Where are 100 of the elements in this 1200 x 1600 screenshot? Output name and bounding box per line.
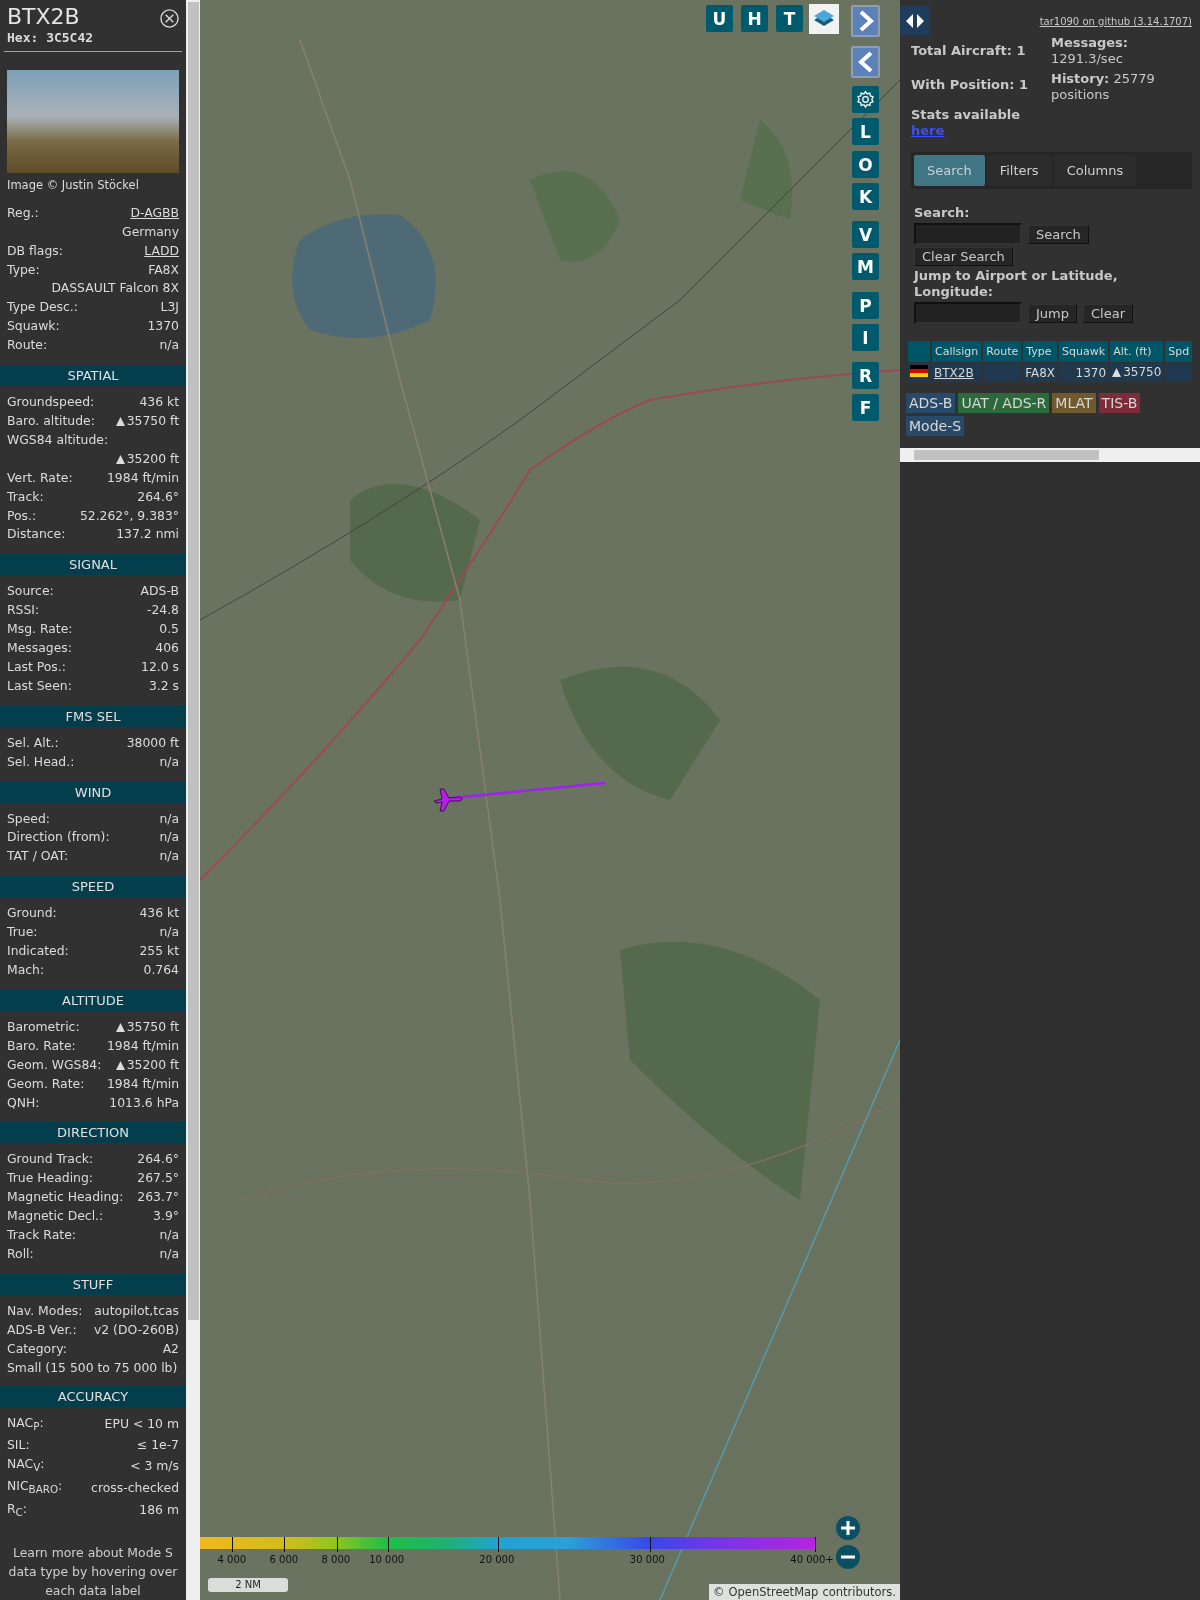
map-toggle-button[interactable]: L [852, 118, 879, 145]
section-heading: ACCURACY [0, 1385, 186, 1407]
scrollbar[interactable] [186, 0, 200, 1600]
next-button[interactable] [851, 5, 880, 37]
field-label: Indicated: [7, 942, 69, 961]
section-heading: ALTITUDE [0, 989, 186, 1011]
field-value: 0.764 [143, 961, 179, 979]
field-label: Pos.: [7, 506, 37, 525]
field-value: n/a [159, 752, 179, 771]
chevron-left-icon [857, 51, 874, 73]
jump-button[interactable]: Jump [1028, 303, 1077, 323]
tab[interactable]: Filters [986, 155, 1052, 186]
search-button[interactable]: Search [1028, 224, 1089, 244]
table-header [908, 341, 930, 362]
panel-toggle-button[interactable] [900, 6, 930, 35]
field-label: True: [7, 923, 38, 942]
field-value: n/a [159, 809, 179, 828]
field-label: Category: [7, 1339, 67, 1358]
field-value: n/a [159, 336, 179, 355]
field-value: 263.7° [137, 1188, 179, 1207]
field-label: Magnetic Heading: [7, 1188, 124, 1207]
field-value: 1013.6 hPa [109, 1093, 179, 1112]
column-header[interactable]: Callsign [932, 341, 982, 362]
horizontal-scrollbar[interactable] [900, 448, 1200, 462]
section-heading: WIND [0, 781, 186, 803]
clear-search-button[interactable]: Clear Search [914, 247, 1013, 266]
clear-button[interactable]: Clear [1083, 303, 1133, 323]
location-field[interactable] [914, 302, 1022, 324]
map-toggle-button[interactable]: T [776, 5, 803, 32]
field-value: 406 [155, 639, 179, 658]
field-label: Track: [7, 487, 44, 506]
field-label: Baro. Rate: [7, 1036, 76, 1055]
field-label: Geom. WGS84: [7, 1055, 102, 1074]
field-label: Sel. Alt.: [7, 733, 59, 752]
search-field[interactable] [914, 223, 1022, 245]
section-heading: SIGNAL [0, 554, 186, 576]
field-label: RSSI: [7, 601, 40, 620]
flag-icon [910, 365, 928, 377]
map-toggle-button[interactable]: M [852, 253, 879, 280]
column-header[interactable]: Type [1023, 341, 1058, 362]
map-toggle-button[interactable]: R [852, 362, 879, 389]
map-toggle-button[interactable]: P [852, 292, 879, 319]
field-label: Sel. Head.: [7, 752, 75, 771]
field-label: Roll: [7, 1244, 34, 1263]
field-value: 35750 ft [115, 1017, 179, 1037]
help-note: Learn more about Mode S data type by hovering over each data label [7, 1544, 179, 1600]
tab[interactable]: Columns [1053, 155, 1137, 186]
settings-button[interactable] [852, 86, 879, 113]
photo-credit: Image © Justin Stöckel [6, 176, 140, 194]
column-header[interactable]: Squawk [1059, 341, 1109, 362]
layers-button[interactable] [809, 4, 839, 34]
field-value: EPU < 10 m [104, 1415, 179, 1434]
source-tag: TIS-B [1098, 393, 1141, 413]
section-heading: SPATIAL [0, 365, 186, 387]
field-value: 12.0 s [141, 657, 179, 676]
previous-button[interactable] [851, 46, 880, 78]
altitude-scale-label: 40 000+ [790, 1554, 834, 1565]
field-value: autopilot,tcas [94, 1301, 179, 1320]
map-toggle-button[interactable]: V [852, 221, 879, 248]
field-value: ≤ 1e-7 [136, 1435, 179, 1454]
close-icon[interactable] [160, 9, 179, 28]
column-header[interactable]: Route [983, 341, 1022, 362]
table-cell: 35750 [1110, 363, 1164, 382]
map-toggle-button[interactable]: F [852, 394, 879, 421]
field-label: R$_{C}$: [7, 1499, 27, 1521]
field-label: Messages: [7, 639, 72, 658]
field-value: 35200 ft [115, 449, 179, 469]
field-value: v2 (DO-260B) [93, 1320, 179, 1339]
field-value: 52.262°, 9.383° [79, 506, 179, 525]
map-toggle-button[interactable]: I [852, 324, 879, 351]
field-label: DB flags: [7, 241, 63, 260]
field-label: Magnetic Decl.: [7, 1207, 104, 1226]
source-tag: Mode-S [906, 416, 965, 436]
field-link[interactable]: D-AGBB [130, 203, 179, 223]
callsign-link[interactable]: BTX2B [934, 365, 974, 380]
field-value: -24.8 [146, 601, 179, 620]
map-toggle-button[interactable]: O [852, 151, 879, 178]
altitude-scale-label: 10 000 [369, 1554, 405, 1565]
field-label: Ground: [7, 904, 57, 923]
field-link[interactable]: LADD [144, 241, 179, 261]
map-toggle-button[interactable]: H [741, 5, 768, 32]
field-value: 1984 ft/min [107, 1074, 179, 1093]
field-value: ADS-B [140, 582, 179, 601]
version-link[interactable]: tar1090 on github (3.14.1707) [1039, 16, 1192, 27]
field-label: Type: [7, 260, 40, 279]
field-value: n/a [159, 847, 179, 866]
field-label: SIL: [7, 1435, 30, 1454]
field-label: Speed: [7, 809, 51, 828]
column-header[interactable]: Spd [1165, 341, 1193, 362]
field-label: Ground Track: [7, 1150, 94, 1169]
attribution-link[interactable]: OpenStreetMap [728, 1585, 819, 1599]
map-toggle-button[interactable]: U [706, 5, 733, 32]
column-header[interactable]: Alt. (ft) [1110, 341, 1164, 362]
airplane-icon [432, 787, 464, 813]
field-label: TAT / OAT: [7, 847, 69, 866]
map-toggle-button[interactable]: K [852, 183, 879, 210]
history-count: History: 25779 positions [1051, 71, 1156, 103]
altitude-scale-label: 20 000 [479, 1554, 515, 1565]
stats-label: Stats available [911, 107, 1022, 123]
field-value: n/a [159, 1226, 179, 1245]
